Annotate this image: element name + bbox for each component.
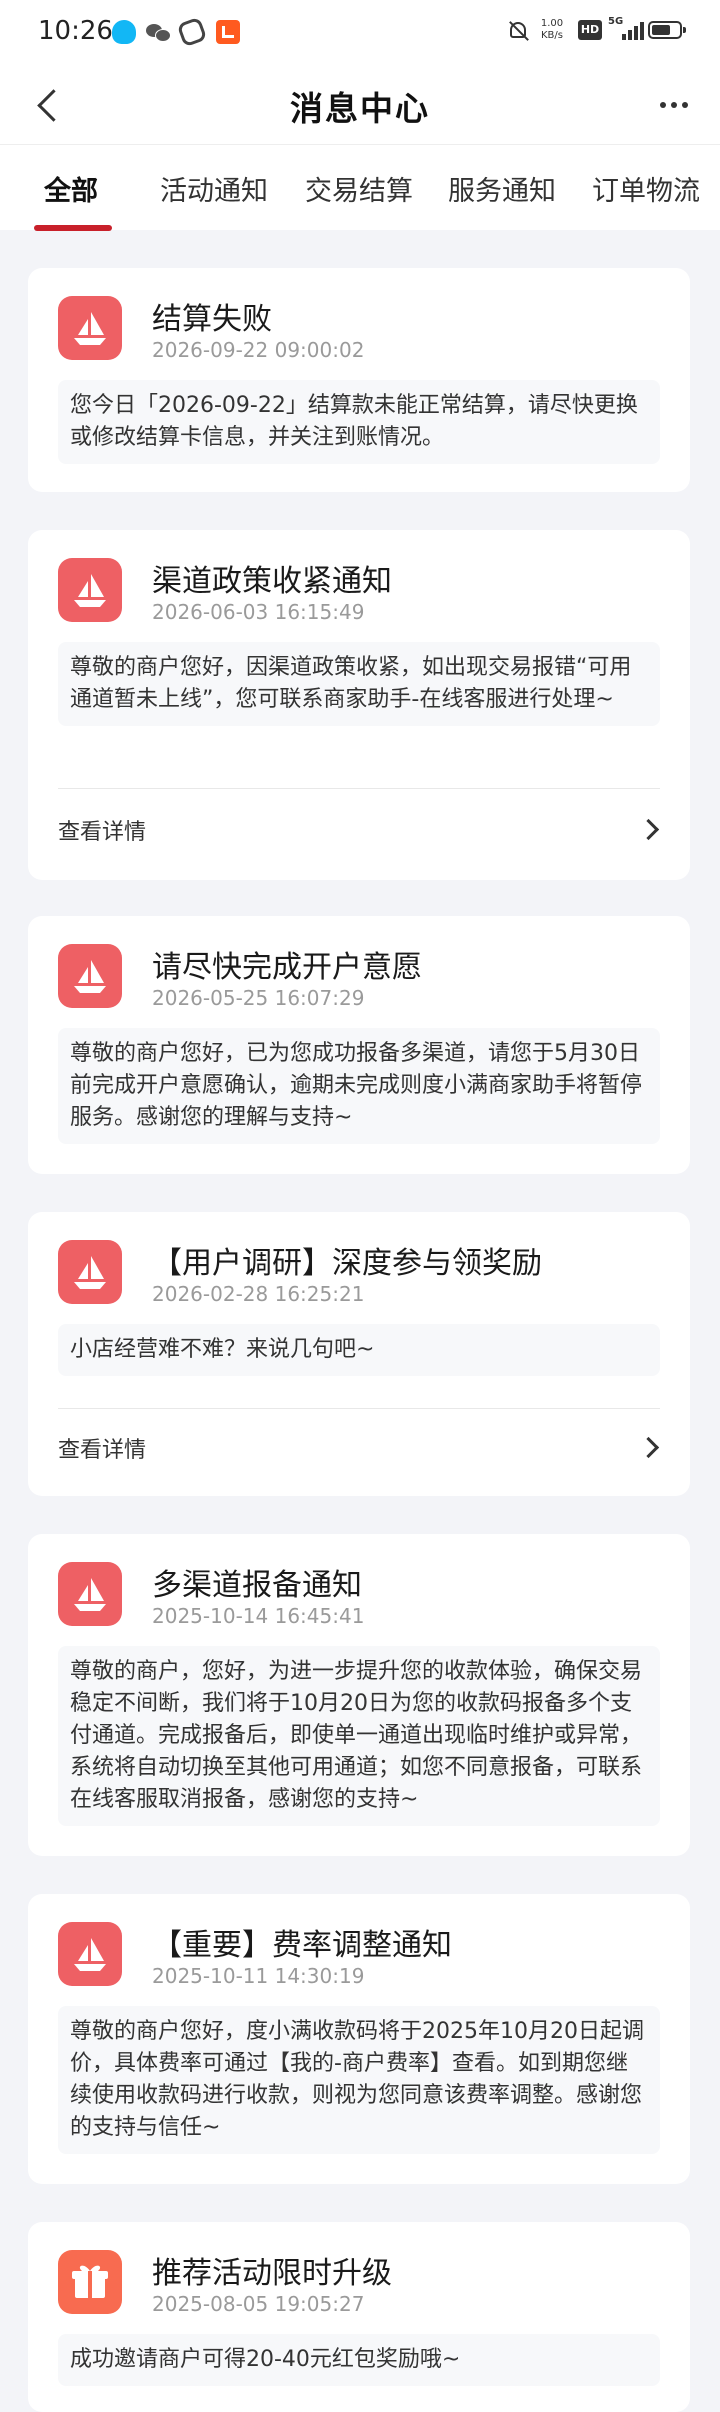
- message-content: 尊敬的商户您好，度小满收款码将于2025年10月20日起调价，具体费率可通过【我…: [58, 2006, 660, 2154]
- app-icon: [176, 16, 208, 48]
- message-time: 2026-09-22 09:00:02: [152, 338, 365, 362]
- view-details-link[interactable]: 查看详情: [58, 1418, 660, 1474]
- tab-bar: 全部 活动通知 交易结算 服务通知 订单物流: [0, 144, 720, 231]
- message-content: 尊敬的商户您好，已为您成功报备多渠道，请您于5月30日前完成开户意愿确认，逾期未…: [58, 1028, 660, 1144]
- net-speed: 1.00 KB/s: [540, 18, 564, 41]
- chevron-right-icon: [637, 1436, 660, 1459]
- message-title: 推荐活动限时升级: [152, 2256, 392, 2291]
- message-time: 2025-08-05 19:05:27: [152, 2292, 365, 2316]
- message-title: 结算失败: [152, 302, 272, 337]
- tab-indicator: [34, 225, 112, 231]
- message-card[interactable]: 多渠道报备通知 2025-10-14 16:45:41 尊敬的商户，您好，为进一…: [28, 1534, 690, 1856]
- tab-settlement[interactable]: 交易结算: [305, 169, 413, 208]
- message-time: 2025-10-11 14:30:19: [152, 1964, 365, 1988]
- network-type: 5G: [608, 16, 624, 27]
- sail-icon: [58, 296, 122, 360]
- message-time: 2025-10-14 16:45:41: [152, 1604, 365, 1628]
- message-content: 尊敬的商户，您好，为进一步提升您的收款体验，确保交易稳定不间断，我们将于10月2…: [58, 1646, 660, 1826]
- message-title: 多渠道报备通知: [152, 1568, 362, 1603]
- message-title: 【重要】费率调整通知: [152, 1928, 452, 1963]
- message-time: 2026-05-25 16:07:29: [152, 986, 365, 1010]
- divider: [58, 788, 660, 789]
- tab-service[interactable]: 服务通知: [448, 169, 556, 208]
- gift-icon: [58, 2250, 122, 2314]
- divider: [58, 1408, 660, 1409]
- status-time: 10:26: [38, 16, 113, 46]
- tab-activity[interactable]: 活动通知: [160, 169, 268, 208]
- message-card[interactable]: 【用户调研】深度参与领奖励 2026-02-28 16:25:21 小店经营难不…: [28, 1212, 690, 1496]
- status-bar: 10:26 1.00 KB/s HD 5G: [0, 0, 720, 64]
- more-button[interactable]: [652, 84, 696, 124]
- nav-bar: 消息中心: [0, 64, 720, 144]
- message-content: 尊敬的商户您好，因渠道政策收紧，如出现交易报错“可用通道暂未上线”，您可联系商家…: [58, 642, 660, 726]
- message-card[interactable]: 渠道政策收紧通知 2026-06-03 16:15:49 尊敬的商户您好，因渠道…: [28, 530, 690, 880]
- wechat-icon: [146, 20, 171, 44]
- message-title: 【用户调研】深度参与领奖励: [152, 1246, 542, 1281]
- mute-icon: [508, 20, 528, 42]
- sail-icon: [58, 944, 122, 1008]
- message-content: 您今日「2026-09-22」结算款未能正常结算，请尽快更换或修改结算卡信息，并…: [58, 380, 660, 464]
- qq-icon: [112, 20, 136, 44]
- tab-all[interactable]: 全部: [44, 169, 98, 208]
- message-time: 2026-02-28 16:25:21: [152, 1282, 365, 1306]
- battery-icon: [648, 21, 686, 39]
- hd-icon: HD: [578, 20, 602, 40]
- view-details-link[interactable]: 查看详情: [58, 800, 660, 856]
- sail-icon: [58, 1922, 122, 1986]
- message-card[interactable]: 推荐活动限时升级 2025-08-05 19:05:27 成功邀请商户可得20-…: [28, 2222, 690, 2412]
- sail-icon: [58, 1562, 122, 1626]
- message-title: 渠道政策收紧通知: [152, 564, 392, 599]
- sail-icon: [58, 558, 122, 622]
- view-details-label: 查看详情: [58, 820, 147, 845]
- message-card[interactable]: 【重要】费率调整通知 2025-10-11 14:30:19 尊敬的商户您好，度…: [28, 1894, 690, 2184]
- message-time: 2026-06-03 16:15:49: [152, 600, 365, 624]
- message-title: 请尽快完成开户意愿: [152, 950, 422, 985]
- message-card[interactable]: 结算失败 2026-09-22 09:00:02 您今日「2026-09-22」…: [28, 268, 690, 492]
- sail-icon: [58, 1240, 122, 1304]
- system-icons: 1.00 KB/s HD 5G: [482, 16, 686, 46]
- message-card[interactable]: 请尽快完成开户意愿 2026-05-25 16:07:29 尊敬的商户您好，已为…: [28, 916, 690, 1174]
- signal-icon: 5G: [608, 16, 644, 42]
- message-content: 小店经营难不难？来说几句吧~: [58, 1324, 660, 1376]
- view-details-label: 查看详情: [58, 1438, 147, 1463]
- page-title: 消息中心: [290, 89, 430, 128]
- message-content: 成功邀请商户可得20-40元红包奖励哦~: [58, 2334, 660, 2386]
- tab-logistics[interactable]: 订单物流: [592, 169, 700, 208]
- app-badge-icon: [216, 20, 240, 44]
- chevron-right-icon: [637, 818, 660, 841]
